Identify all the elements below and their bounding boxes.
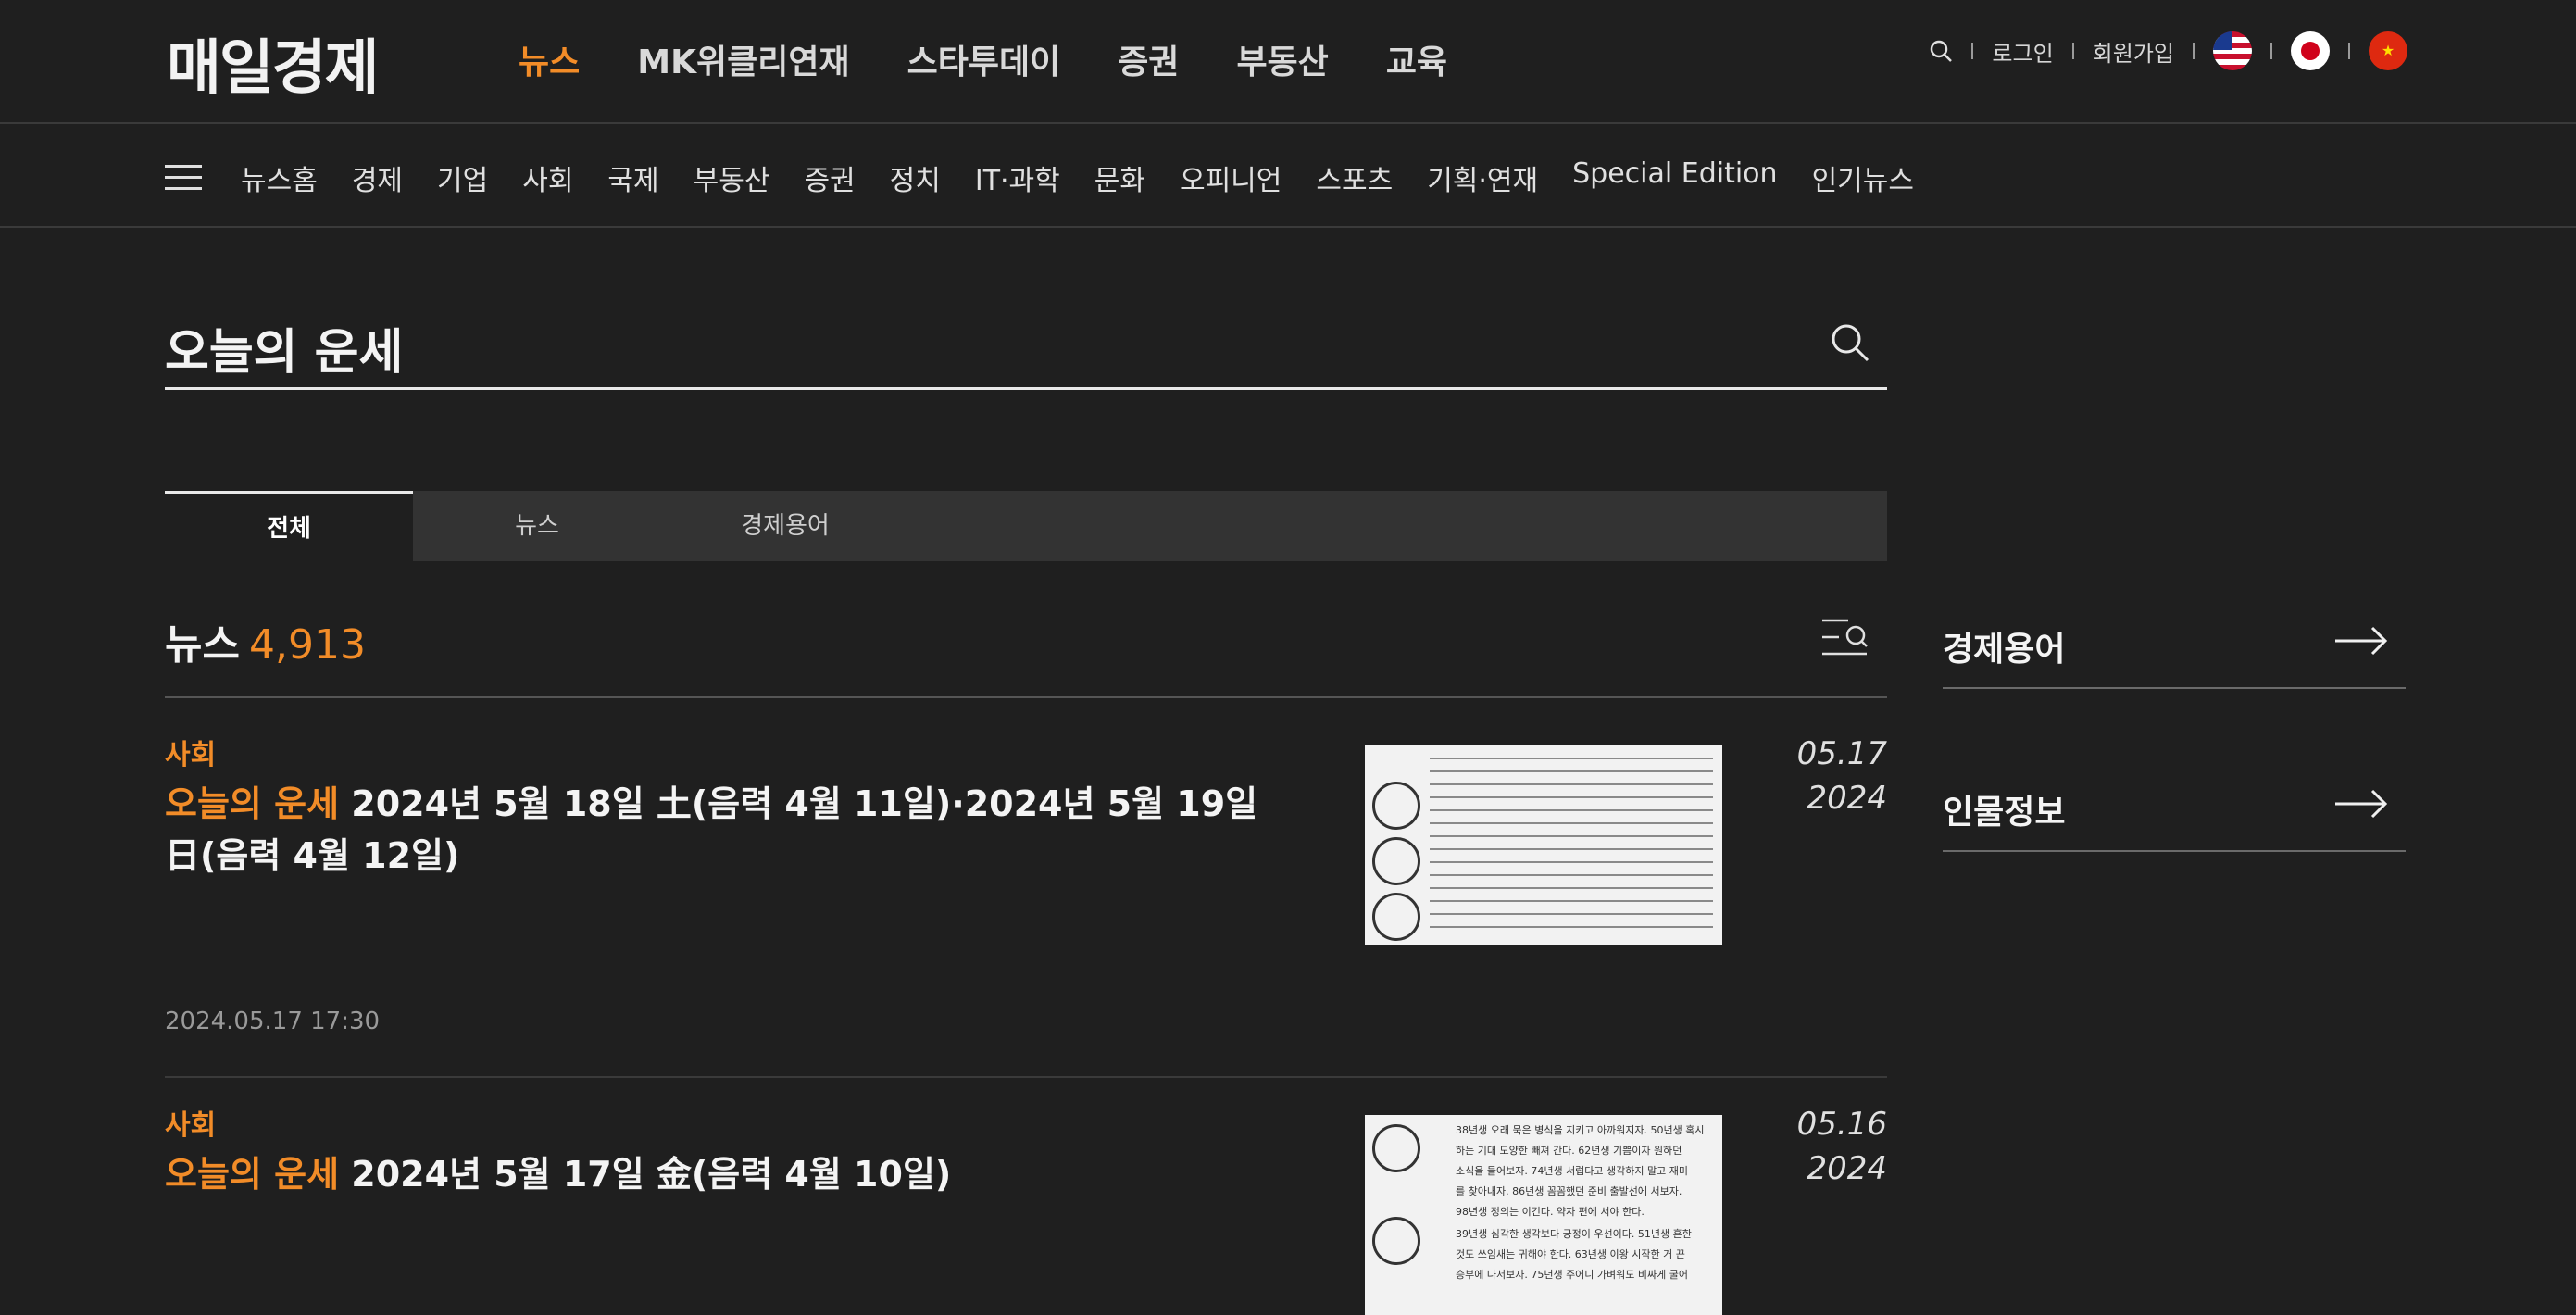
- section-label: 뉴스: [165, 621, 240, 669]
- sidebar-econ-terms[interactable]: 경제용어: [1943, 604, 2406, 689]
- nav-stocks[interactable]: 증권: [1118, 35, 1179, 83]
- divider: [2193, 43, 2195, 59]
- subnav-item[interactable]: 국제: [607, 157, 658, 198]
- login-link[interactable]: 로그인: [1992, 35, 2053, 68]
- subnav-item[interactable]: 문화: [1094, 157, 1145, 198]
- cn-flag-icon[interactable]: ★: [2369, 31, 2407, 70]
- nav-realestate[interactable]: 부동산: [1236, 35, 1328, 83]
- article-thumbnail[interactable]: 38년생 오래 묵은 병식을 지키고 아까워지자. 50년생 혹시 하는 기대 …: [1365, 1115, 1722, 1315]
- divider: [2348, 43, 2350, 59]
- divider: [2071, 43, 2074, 59]
- article-date: 05.16 2024: [1797, 1102, 1887, 1191]
- subnav-item[interactable]: 증권: [804, 157, 855, 198]
- date-month-day: 05.16: [1796, 1106, 1887, 1143]
- signup-link[interactable]: 회원가입: [2093, 35, 2174, 68]
- article-category[interactable]: 사회: [165, 1102, 216, 1143]
- title-highlight: 오늘의 운세: [165, 783, 340, 824]
- news-item[interactable]: 사회 오늘의 운세 2024년 5월 17일 金(음력 4월 10일) 38년생…: [165, 1102, 1887, 1315]
- thumb-text: 승부에 나서보자. 75년생 주어니 가벼워도 비싸게 굴어: [1456, 1269, 1688, 1280]
- date-month-day: 05.17: [1796, 735, 1887, 772]
- zodiac-illustration: [1372, 893, 1420, 941]
- title-highlight: 오늘의 운세: [165, 1154, 340, 1195]
- top-header: 매일경제 뉴스 MK위클리연재 스타투데이 증권 부동산 교육 로그인 회원가입…: [0, 0, 2576, 124]
- zodiac-illustration: [1372, 782, 1420, 830]
- subnav-item[interactable]: 기획·연재: [1427, 157, 1538, 198]
- nav-mk-weekly[interactable]: MK위클리연재: [637, 35, 849, 83]
- nav-education[interactable]: 교육: [1386, 35, 1447, 83]
- search-icon[interactable]: [1929, 39, 1953, 63]
- subnav-item[interactable]: 스포츠: [1316, 157, 1393, 198]
- thumb-text: 38년생 오래 묵은 병식을 지키고 아까워지자. 50년생 혹시: [1456, 1124, 1705, 1135]
- us-flag-icon[interactable]: [2213, 31, 2252, 70]
- subnav-item[interactable]: 경제: [352, 157, 403, 198]
- zodiac-illustration: [1372, 1217, 1420, 1265]
- sidebar-label: 인물정보: [1943, 794, 2066, 832]
- search-box[interactable]: 오늘의 운세: [165, 306, 1887, 390]
- article-title[interactable]: 오늘의 운세 2024년 5월 18일 土(음력 4월 11일)·2024년 5…: [165, 778, 1294, 882]
- article-date: 05.17 2024: [1797, 732, 1887, 820]
- arrow-right-icon: [2335, 626, 2388, 656]
- sub-nav: 뉴스홈 경제 기업 사회 국제 부동산 증권 정치 IT·과학 문화 오피니언 …: [0, 124, 2576, 228]
- subnav-item[interactable]: 정치: [890, 157, 941, 198]
- nav-star-today[interactable]: 스타투데이: [907, 35, 1061, 83]
- thumb-text: 소식을 들어보자. 74년생 서럽다고 생각하지 말고 재미: [1456, 1165, 1688, 1176]
- thumb-text: 를 찾아내자. 86년생 꼼꼼했던 준비 출발선에 서보자.: [1456, 1185, 1682, 1196]
- result-tabs: 전체 뉴스 경제용어: [165, 491, 1887, 564]
- title-text: 2024년 5월 17일 金(음력 4월 10일): [339, 1154, 952, 1195]
- jp-flag-icon[interactable]: [2291, 31, 2330, 70]
- divider: [2270, 43, 2272, 59]
- article-datetime: 2024.05.17 17:30: [165, 1008, 381, 1035]
- search-input[interactable]: 오늘의 운세: [165, 313, 403, 382]
- zodiac-illustration: [1372, 1124, 1420, 1172]
- tab-news[interactable]: 뉴스: [413, 491, 661, 561]
- nav-news[interactable]: 뉴스: [519, 35, 580, 83]
- date-year: 2024: [1807, 780, 1887, 817]
- tab-econ-terms[interactable]: 경제용어: [661, 491, 909, 561]
- article-thumbnail[interactable]: [1365, 745, 1722, 945]
- article-category[interactable]: 사회: [165, 732, 216, 772]
- article-title[interactable]: 오늘의 운세 2024년 5월 17일 金(음력 4월 10일): [165, 1148, 1294, 1200]
- subnav-item[interactable]: IT·과학: [975, 157, 1060, 198]
- result-count: 4,913: [248, 621, 366, 669]
- thumb-text: 39년생 심각한 생각보다 긍정이 우선이다. 51년생 흔한: [1456, 1228, 1692, 1239]
- site-logo[interactable]: 매일경제: [167, 20, 380, 106]
- subnav-item[interactable]: 부동산: [694, 157, 770, 198]
- sidebar-label: 경제용어: [1943, 631, 2066, 669]
- sub-nav-items: 뉴스홈 경제 기업 사회 국제 부동산 증권 정치 IT·과학 문화 오피니언 …: [241, 157, 1914, 198]
- subnav-item[interactable]: 인기뉴스: [1812, 157, 1914, 198]
- subnav-item[interactable]: 기업: [437, 157, 488, 198]
- news-item[interactable]: 사회 오늘의 운세 2024년 5월 18일 土(음력 4월 11일)·2024…: [165, 732, 1887, 1078]
- menu-icon[interactable]: [165, 165, 202, 191]
- subnav-item[interactable]: 뉴스홈: [241, 157, 318, 198]
- filter-search-icon[interactable]: [1820, 617, 1869, 658]
- subnav-item[interactable]: Special Edition: [1572, 157, 1777, 198]
- search-icon[interactable]: [1830, 322, 1870, 363]
- subnav-item[interactable]: 사회: [522, 157, 573, 198]
- divider: [1971, 43, 1974, 59]
- subnav-item[interactable]: 오피니언: [1180, 157, 1282, 198]
- tab-all[interactable]: 전체: [165, 491, 413, 564]
- thumb-text: 것도 쓰임새는 귀해야 한다. 63년생 이왕 시작한 거 끈: [1456, 1248, 1685, 1259]
- thumb-text: 98년생 정의는 이긴다. 약자 편에 서야 한다.: [1456, 1206, 1644, 1217]
- utility-menu: 로그인 회원가입 ★: [1929, 31, 2407, 70]
- thumb-text: 하는 기대 모양한 빼져 간다. 62년생 기쁨이자 원하던: [1456, 1145, 1682, 1156]
- zodiac-illustration: [1372, 837, 1420, 885]
- news-section-header: 뉴스 4,913: [165, 611, 1887, 698]
- arrow-right-icon: [2335, 789, 2388, 819]
- sidebar-people-info[interactable]: 인물정보: [1943, 767, 2406, 852]
- date-year: 2024: [1807, 1150, 1887, 1187]
- main-nav: 뉴스 MK위클리연재 스타투데이 증권 부동산 교육: [519, 35, 1447, 83]
